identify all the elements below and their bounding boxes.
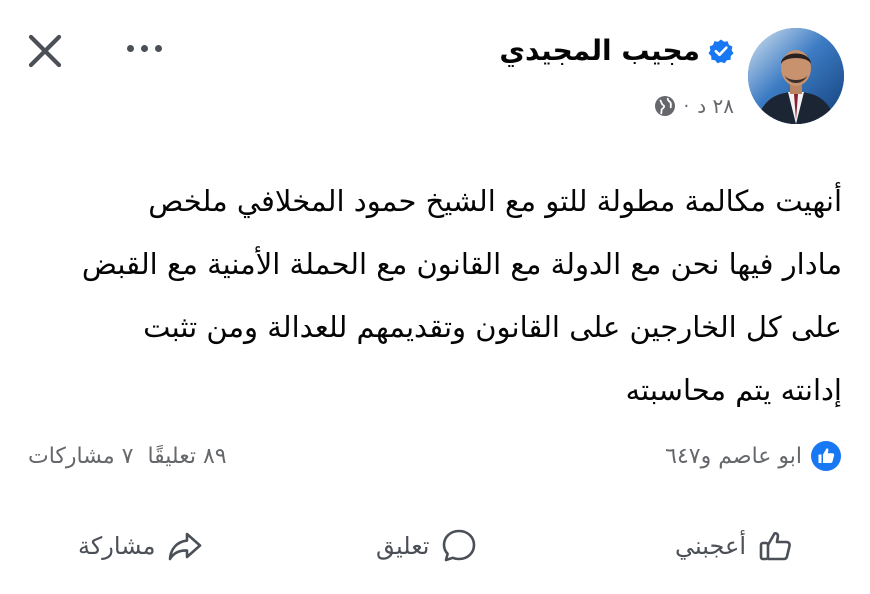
like-button[interactable]: أعجبني bbox=[675, 518, 796, 574]
author-name[interactable]: مجيب المجيدي bbox=[499, 34, 700, 67]
post-text-line: أنهيت مكالمة مطولة للتو مع الشيخ حمود ال… bbox=[148, 184, 842, 218]
comments-count[interactable]: ٨٩ تعليقًا bbox=[147, 444, 226, 469]
like-label: أعجبني bbox=[675, 532, 746, 560]
post-author[interactable]: مجيب المجيدي bbox=[499, 34, 734, 67]
like-reaction-icon bbox=[811, 441, 841, 471]
comment-icon bbox=[443, 529, 476, 562]
post-text-line: مادار فيها نحن مع الدولة مع القانون مع ا… bbox=[81, 247, 842, 281]
post-text-line: على كل الخارجين على القانون وتقديمهم للع… bbox=[143, 310, 842, 344]
meta-separator: · bbox=[683, 95, 690, 117]
more-options-button[interactable] bbox=[118, 32, 170, 64]
globe-icon bbox=[654, 96, 675, 116]
close-button[interactable] bbox=[22, 28, 68, 74]
thumbs-up-icon bbox=[759, 532, 791, 561]
comment-button[interactable]: تعليق bbox=[376, 518, 479, 574]
author-avatar[interactable] bbox=[748, 28, 844, 124]
share-label: مشاركة bbox=[78, 532, 156, 560]
reactions-count: ابو عاصم و٦٤٧ bbox=[665, 443, 802, 469]
post-timestamp[interactable]: ٢٨ د bbox=[697, 94, 734, 118]
more-icon bbox=[126, 44, 162, 52]
share-icon bbox=[169, 532, 202, 561]
post-meta: ٢٨ د · bbox=[654, 94, 734, 118]
shares-count[interactable]: ٧ مشاركات bbox=[28, 444, 133, 469]
reactions-summary[interactable]: ابو عاصم و٦٤٧ bbox=[665, 440, 842, 472]
comment-label: تعليق bbox=[376, 532, 430, 560]
close-icon bbox=[28, 34, 62, 68]
post-text-line: إدانته يتم محاسبته bbox=[625, 373, 842, 407]
share-button[interactable]: مشاركة bbox=[78, 518, 205, 574]
verified-badge-icon bbox=[708, 39, 734, 63]
post-text: أنهيت مكالمة مطولة للتو مع الشيخ حمود ال… bbox=[27, 170, 842, 422]
engagement-counts: ٨٩ تعليقًا ٧ مشاركات bbox=[28, 440, 227, 472]
